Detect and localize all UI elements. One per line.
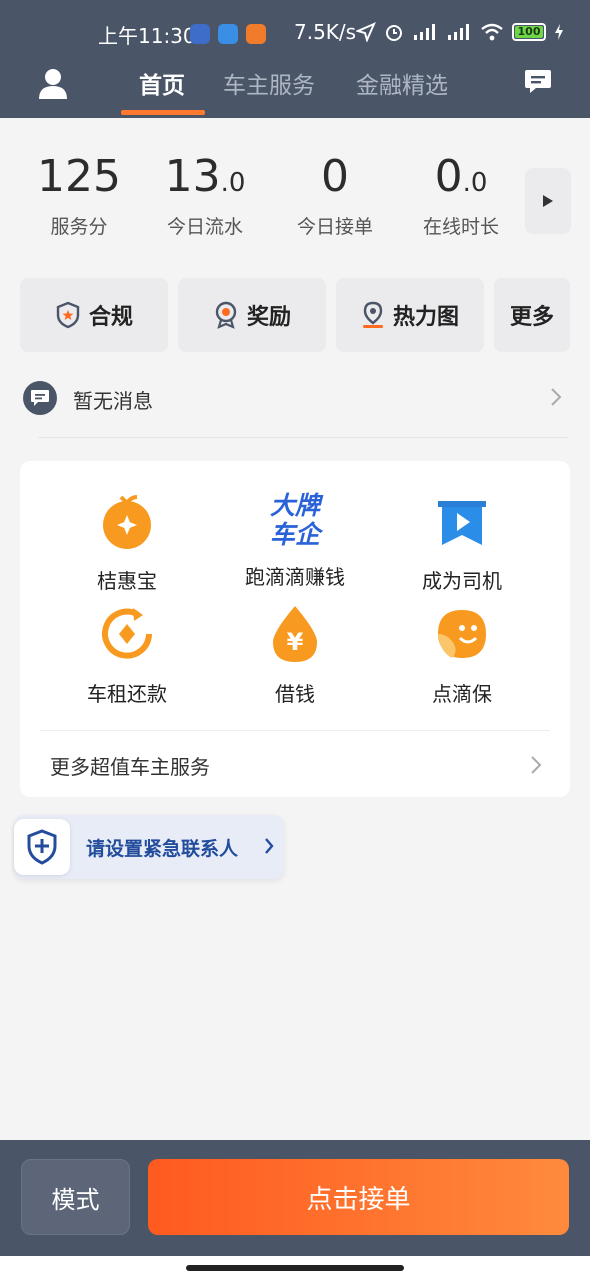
alarm-icon: [386, 25, 402, 41]
big-brand-logo: 大牌 车企: [255, 491, 335, 551]
tab-owner-services[interactable]: 车主服务: [223, 66, 315, 100]
service-label: 桔惠宝: [97, 569, 157, 593]
status-time: 上午11:30: [98, 24, 196, 48]
service-label: 车租还款: [87, 682, 167, 706]
quick-action-label: 热力图: [392, 305, 459, 330]
stat-value: 125: [37, 151, 121, 202]
signal-icon: [448, 24, 469, 40]
divider: [38, 437, 568, 438]
award-icon: [215, 301, 237, 329]
location-arrow-icon: [356, 22, 376, 42]
service-label: 借钱: [275, 682, 315, 706]
stat-online-hours[interactable]: 0.0 在线时长: [416, 150, 506, 239]
stat-value: 13: [164, 151, 221, 202]
shield-plus-icon: [14, 819, 70, 875]
stat-decimal: .0: [220, 168, 246, 198]
shield-star-icon: [56, 301, 80, 329]
wifi-icon: [481, 23, 503, 41]
stat-label: 今日流水: [166, 216, 243, 238]
chevron-right-icon: [551, 388, 562, 406]
service-label: 点滴保: [432, 682, 492, 706]
stat-value: 0: [321, 151, 349, 202]
stat-today-earnings[interactable]: 13.0 今日流水: [160, 150, 250, 239]
svg-text:¥: ¥: [287, 628, 304, 656]
driver-stats: 125 服务分 13.0 今日流水 0 今日接单 0.0 在线时长: [0, 150, 590, 245]
stats-expand-button[interactable]: [525, 168, 571, 234]
yuan-drop-icon: ¥: [273, 606, 317, 662]
service-label: 成为司机: [422, 569, 502, 593]
reward-button[interactable]: 奖励: [178, 278, 326, 352]
tab-finance[interactable]: 金融精选: [356, 66, 448, 100]
cycle-diamond-icon: [102, 608, 152, 659]
chevron-right-icon: [531, 756, 542, 774]
app-notification-icon: [246, 24, 266, 44]
system-navigation-area: [0, 1256, 590, 1280]
charging-icon: [555, 24, 563, 40]
triangle-right-icon: [543, 195, 553, 207]
battery-icon: 100: [512, 23, 546, 41]
compliance-button[interactable]: 合规: [20, 278, 168, 352]
accept-orders-button[interactable]: 点击接单: [148, 1159, 569, 1235]
stat-today-orders[interactable]: 0 今日接单: [290, 150, 380, 239]
service-borrow[interactable]: ¥ 借钱: [215, 604, 375, 707]
service-label: 跑滴滴赚钱: [245, 565, 345, 589]
services-card: 桔惠宝 大牌 车企 跑滴滴赚钱 成为司机 车租还款 ¥ 借钱 点滴保 更多超值车…: [20, 461, 570, 797]
map-pin-icon: [362, 301, 383, 328]
logo-text-line2: 车企: [269, 520, 320, 549]
quick-action-label: 更多: [509, 305, 554, 330]
stat-service-score[interactable]: 125 服务分: [36, 150, 122, 239]
bottom-action-bar: 模式 点击接单: [0, 1140, 590, 1256]
stat-label: 在线时长: [422, 216, 499, 238]
service-car-rent-repay[interactable]: 车租还款: [47, 604, 207, 707]
more-services-link[interactable]: 更多超值车主服务: [50, 751, 210, 780]
notice-text: 暂无消息: [73, 389, 153, 413]
top-navigation: 首页 车主服务 金融精选: [0, 58, 590, 116]
home-indicator[interactable]: [186, 1265, 404, 1271]
quick-action-label: 合规: [88, 305, 133, 330]
leaf-smile-icon: [438, 610, 486, 658]
bookmark-play-icon: [438, 501, 486, 545]
emergency-contact-text: 请设置紧急联系人: [86, 838, 239, 860]
stat-value: 0: [434, 151, 463, 202]
chevron-right-icon: [265, 838, 274, 854]
service-didi-insurance[interactable]: 点滴保: [382, 604, 542, 707]
service-juhuibao[interactable]: 桔惠宝: [47, 491, 207, 594]
message-bubble-icon: [23, 381, 57, 415]
app-notification-icon: [218, 24, 238, 44]
more-actions-button[interactable]: 更多: [494, 278, 570, 352]
message-icon[interactable]: [524, 68, 552, 94]
stat-label: 服务分: [50, 216, 108, 238]
mode-button[interactable]: 模式: [21, 1159, 130, 1235]
message-notice[interactable]: 暂无消息: [20, 377, 570, 421]
header-bar: 上午11:30 7.5K/s 100 首页 车主服务 金融精选: [0, 0, 590, 118]
stat-decimal: .0: [462, 168, 488, 198]
battery-level: 100: [515, 26, 543, 38]
app-notification-icon: [190, 24, 210, 44]
status-icons: 100: [356, 22, 564, 42]
user-profile-icon[interactable]: [36, 66, 70, 100]
heatmap-button[interactable]: 热力图: [336, 278, 484, 352]
service-big-brand[interactable]: 大牌 车企 跑滴滴赚钱: [215, 491, 375, 590]
orange-fruit-icon: [103, 495, 151, 549]
tab-home[interactable]: 首页: [139, 66, 185, 100]
emergency-contact-banner[interactable]: 请设置紧急联系人: [14, 815, 284, 879]
service-become-driver[interactable]: 成为司机: [382, 491, 542, 594]
divider: [40, 730, 550, 731]
network-speed: 7.5K/s: [294, 20, 357, 44]
stat-label: 今日接单: [296, 216, 373, 238]
logo-text-line1: 大牌: [269, 491, 320, 520]
quick-action-label: 奖励: [246, 305, 291, 330]
status-bar: 上午11:30 7.5K/s 100: [0, 18, 590, 50]
signal-icon: [414, 24, 435, 40]
active-tab-indicator: [121, 110, 205, 115]
